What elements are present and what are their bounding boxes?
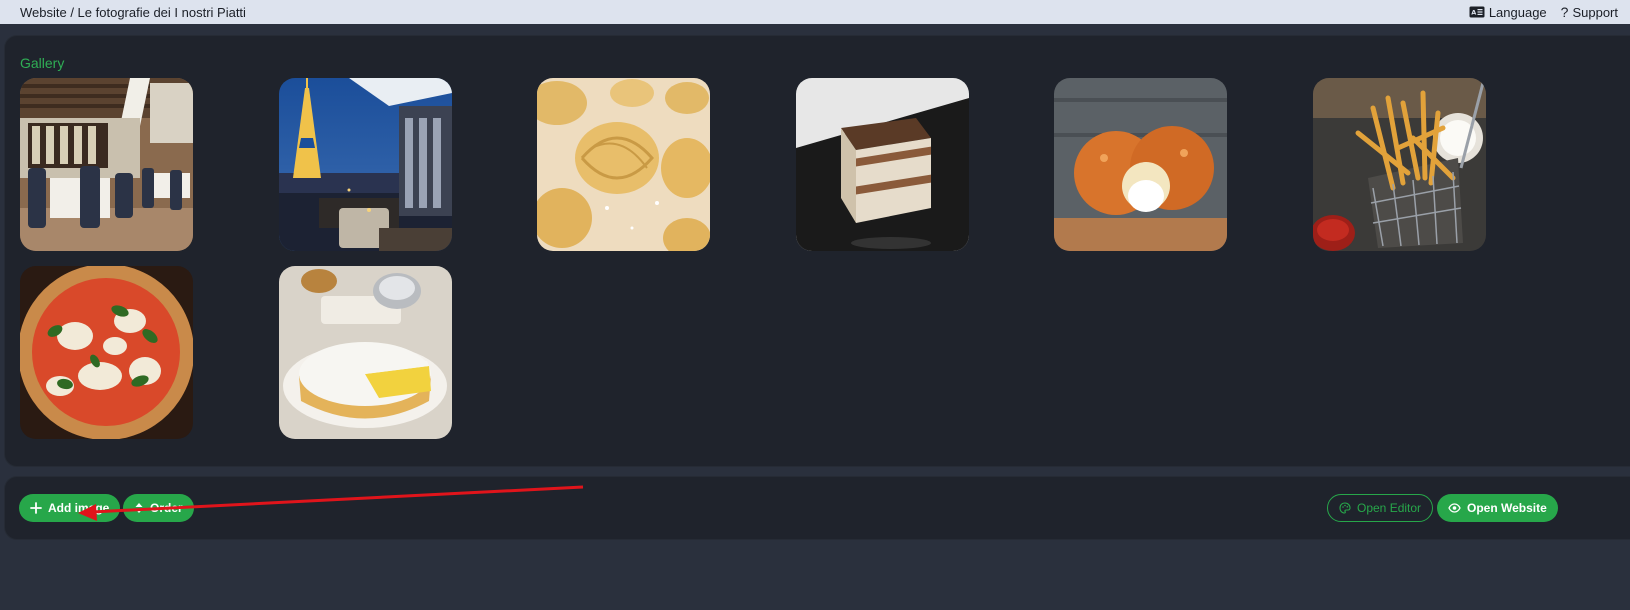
open-website-label: Open Website bbox=[1467, 501, 1547, 515]
eiffel-tower-image bbox=[279, 78, 452, 251]
gallery-image-fresh-pasta[interactable] bbox=[537, 78, 710, 251]
image-grid bbox=[20, 78, 1580, 440]
gallery-image-margherita-pizza[interactable] bbox=[20, 266, 193, 439]
plus-icon bbox=[30, 502, 42, 514]
order-label: Order bbox=[150, 501, 183, 515]
order-button[interactable]: Order bbox=[123, 494, 194, 522]
breadcrumb: Website / Le fotografie dei I nostri Pia… bbox=[20, 4, 246, 20]
gallery-image-restaurant-interior[interactable] bbox=[20, 78, 193, 251]
support-link[interactable]: ? Support bbox=[1561, 4, 1618, 20]
language-link[interactable]: A Language bbox=[1469, 5, 1547, 20]
palette-icon bbox=[1339, 502, 1351, 514]
top-bar-links: A Language ? Support bbox=[1469, 4, 1618, 20]
tiramisu-image bbox=[796, 78, 969, 251]
question-mark-icon: ? bbox=[1560, 4, 1569, 20]
gallery-image-eiffel-tower-terrace[interactable] bbox=[279, 78, 452, 251]
add-image-button[interactable]: Add image bbox=[19, 494, 121, 522]
fries-image bbox=[1313, 78, 1486, 251]
open-editor-label: Open Editor bbox=[1357, 501, 1422, 515]
language-badge-icon: A bbox=[1469, 6, 1485, 18]
svg-text:A: A bbox=[1471, 9, 1476, 17]
arancini-image bbox=[1054, 78, 1227, 251]
support-label: Support bbox=[1572, 4, 1618, 20]
open-website-button[interactable]: Open Website bbox=[1437, 494, 1558, 522]
top-bar: Website / Le fotografie dei I nostri Pia… bbox=[0, 0, 1630, 24]
pizza-image bbox=[20, 266, 193, 439]
gallery-title: Gallery bbox=[20, 55, 65, 71]
gallery-image-custard-tart[interactable] bbox=[279, 266, 452, 439]
pasta-image bbox=[537, 78, 710, 251]
gallery-image-french-fries[interactable] bbox=[1313, 78, 1486, 251]
language-label: Language bbox=[1488, 4, 1547, 20]
add-image-label: Add image bbox=[48, 501, 110, 515]
tart-image bbox=[279, 266, 452, 439]
eye-icon bbox=[1448, 503, 1461, 513]
action-bar: Add image Order Open Editor Open Website bbox=[5, 477, 1630, 539]
restaurant-interior-image bbox=[20, 78, 193, 251]
sort-arrows-icon bbox=[134, 502, 144, 514]
gallery-image-tiramisu[interactable] bbox=[796, 78, 969, 251]
gallery-image-arancini[interactable] bbox=[1054, 78, 1227, 251]
gallery-panel: Gallery bbox=[5, 36, 1630, 466]
open-editor-button[interactable]: Open Editor bbox=[1327, 494, 1434, 522]
